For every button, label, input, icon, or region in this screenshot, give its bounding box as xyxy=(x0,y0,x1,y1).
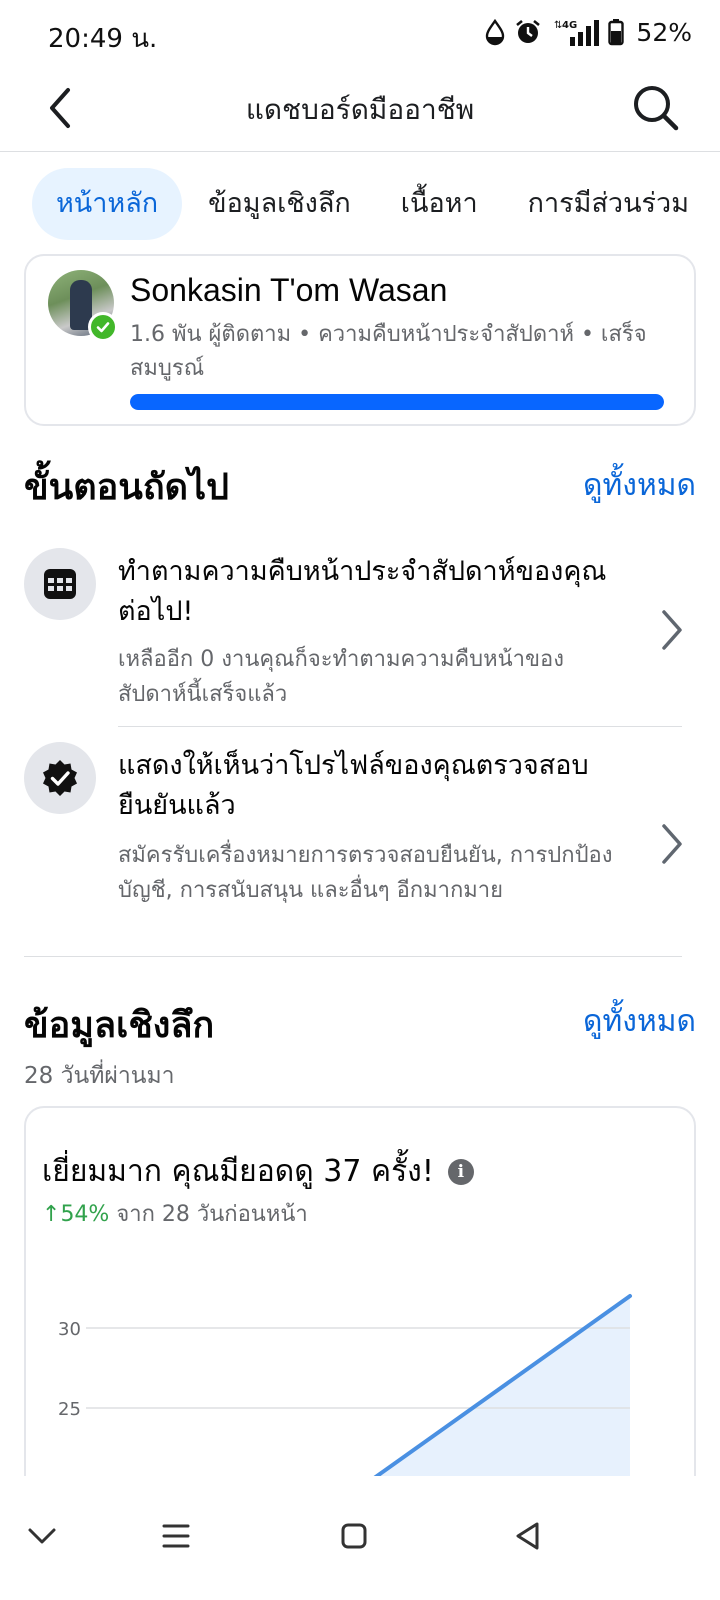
nav-recents-button[interactable] xyxy=(146,1506,206,1566)
next-steps-title: ขั้นตอนถัดไป xyxy=(24,467,229,508)
divider xyxy=(24,956,682,957)
insights-see-all-link[interactable]: ดูทั้งหมด xyxy=(583,998,696,1045)
status-time: 20:49 น. xyxy=(48,24,158,54)
system-nav-bar xyxy=(0,1476,720,1600)
nav-home-button[interactable] xyxy=(324,1506,384,1566)
change-value: 54% xyxy=(60,1202,110,1227)
profile-name: Sonkasin T'om Wasan xyxy=(130,272,448,308)
insights-period: 28 วันที่ผ่านมา xyxy=(24,1063,175,1089)
back-button[interactable] xyxy=(36,80,84,136)
change-text: จาก 28 วันก่อนหน้า xyxy=(109,1202,308,1227)
search-button[interactable] xyxy=(628,80,684,136)
chart-headline-suffix: ครั้ง! xyxy=(361,1154,434,1189)
chart-change: ↑54% จาก 28 วันก่อนหน้า xyxy=(42,1196,308,1231)
alarm-icon xyxy=(516,19,541,43)
back-arrow-icon xyxy=(50,88,70,128)
chart-y-tick-label: 25 xyxy=(58,1399,81,1420)
info-icon[interactable]: i xyxy=(447,1158,474,1185)
next-step-item[interactable]: แสดงให้เห็นว่าโปรไฟล์ของคุณตรวจสอบยืนยัน… xyxy=(24,742,696,942)
next-step-item[interactable]: ทำตามความคืบหน้าประจำสัปดาห์ของคุณต่อไป!… xyxy=(24,548,696,718)
next-steps-see-all-link[interactable]: ดูทั้งหมด xyxy=(583,462,696,509)
nav-back-button[interactable] xyxy=(498,1506,558,1566)
chevron-down-icon xyxy=(28,1528,56,1544)
profile-meta: 1.6 พัน ผู้ติดตาม • ความคืบหน้าประจำสัปด… xyxy=(130,322,647,381)
weekly-progress-fill xyxy=(130,394,664,410)
tab-engagement[interactable]: การมีส่วนร่วม xyxy=(504,168,713,240)
profile-card[interactable]: Sonkasin T'om Wasan 1.6 พัน ผู้ติดตาม • … xyxy=(24,254,696,426)
back-triangle-icon xyxy=(516,1522,539,1550)
signal-4g-icon: ⇅ 4G xyxy=(554,20,600,46)
change-up-arrow: ↑ xyxy=(42,1202,61,1227)
nav-collapse-button[interactable] xyxy=(12,1506,72,1566)
chevron-right-icon xyxy=(662,824,682,864)
weekly-progress-bar xyxy=(130,394,664,410)
views-chart-card[interactable]: เยี่ยมมาก คุณมียอดดู 37 ครั้ง! i ↑54% จา… xyxy=(24,1106,696,1526)
tab-bar: หน้าหลัก ข้อมูลเชิงลึก เนื้อหา การมีส่วนร่ว… xyxy=(32,168,720,240)
search-icon xyxy=(634,86,679,131)
next-step-description: เหลืออีก 0 งานคุณก็จะทำตามความคืบหน้าของ… xyxy=(118,647,565,707)
page-title: แดชบอร์ดมืออาชีพ xyxy=(245,93,475,126)
calendar-icon xyxy=(24,548,96,620)
verified-check-icon xyxy=(88,312,118,342)
verified-badge-icon xyxy=(24,742,96,814)
next-step-description: สมัครรับเครื่องหมายการตรวจสอบยืนยัน, การ… xyxy=(118,843,613,903)
battery-icon xyxy=(608,19,625,46)
chart-headline-text: เยี่ยมมาก คุณมียอดดู 37 ครั้ง! xyxy=(42,1148,434,1195)
chart-y-tick-label: 30 xyxy=(58,1319,81,1340)
app-header: แดชบอร์ดมืออาชีพ xyxy=(0,66,720,152)
chevron-right-icon xyxy=(662,610,682,650)
data-saver-icon xyxy=(486,18,505,46)
chart-headline-prefix: เยี่ยมมาก คุณมียอดดู xyxy=(42,1154,324,1189)
battery-percent: 52% xyxy=(636,17,692,47)
menu-icon xyxy=(162,1524,190,1548)
divider xyxy=(118,726,682,727)
insights-title: ข้อมูลเชิงลึก xyxy=(24,1005,215,1046)
tab-home[interactable]: หน้าหลัก xyxy=(32,168,183,240)
chart-headline: เยี่ยมมาก คุณมียอดดู 37 ครั้ง! i xyxy=(42,1148,474,1195)
svg-text:4G: 4G xyxy=(562,20,577,31)
next-step-title: ทำตามความคืบหน้าประจำสัปดาห์ของคุณต่อไป! xyxy=(118,556,607,627)
chart-headline-value: 37 xyxy=(323,1154,362,1189)
status-icons: ⇅ 4G 52% xyxy=(484,14,692,50)
status-bar: 20:49 น. ⇅ 4G 52% xyxy=(0,0,720,66)
tab-insights[interactable]: ข้อมูลเชิงลึก xyxy=(184,168,375,240)
next-step-title: แสดงให้เห็นว่าโปรไฟล์ของคุณตรวจสอบยืนยัน… xyxy=(118,750,589,821)
home-square-icon xyxy=(341,1523,367,1549)
tab-content[interactable]: เนื้อหา xyxy=(377,168,502,240)
